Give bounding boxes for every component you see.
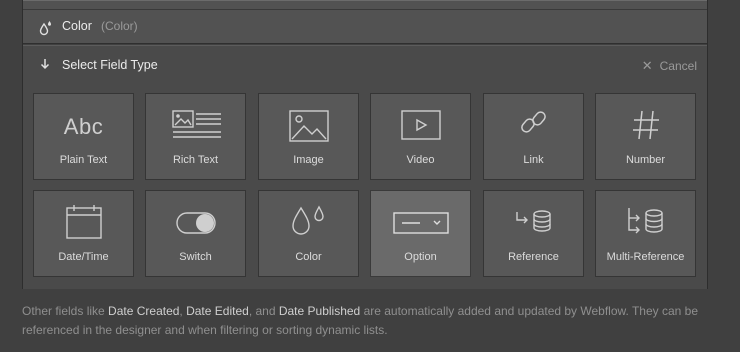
field-date-published: Date Published — [278, 304, 361, 318]
field-type-color[interactable]: Color — [258, 190, 359, 277]
field-type-date-time[interactable]: Date/Time — [33, 190, 134, 277]
number-icon — [633, 110, 659, 140]
select-field-type-box: Select Field Type ✕ Cancel Abc Plain Text — [23, 45, 707, 289]
field-type-reference[interactable]: Reference — [483, 190, 584, 277]
reference-icon — [516, 210, 551, 232]
field-panel: Color (Color) Select Field Type ✕ Cancel … — [22, 0, 708, 289]
tile-label: Switch — [179, 251, 212, 263]
field-type: (Color) — [101, 19, 138, 33]
calendar-icon — [66, 205, 102, 239]
field-name: Color — [62, 19, 92, 33]
field-type-number[interactable]: Number — [595, 93, 696, 180]
plain-text-icon: Abc — [63, 114, 104, 139]
cancel-label: Cancel — [659, 59, 697, 73]
option-icon — [393, 212, 449, 234]
tile-label: Video — [406, 154, 435, 166]
select-title: Select Field Type — [62, 58, 158, 72]
cancel-button[interactable]: ✕ Cancel — [642, 58, 697, 74]
rich-text-icon — [172, 110, 221, 138]
field-type-multi-reference[interactable]: Multi-Reference — [595, 190, 696, 277]
tile-label: Reference — [508, 251, 559, 263]
link-icon — [521, 111, 546, 133]
tile-label: Image — [293, 154, 324, 166]
field-date-edited: Date Edited — [186, 304, 249, 318]
image-icon — [289, 110, 329, 142]
helper-text: Other fields like Date Created, Date Edi… — [22, 302, 722, 340]
tile-label: Link — [523, 154, 544, 166]
tile-label: Rich Text — [172, 154, 219, 166]
helper-text-prefix: Other fields like — [22, 304, 109, 318]
arrow-down-icon — [40, 59, 50, 70]
field-type-grid: Abc Plain Text Rich Text Image Video Lin… — [33, 93, 698, 277]
tile-label: Color — [295, 251, 322, 263]
multi-reference-icon — [628, 208, 663, 234]
tile-label: Number — [625, 154, 666, 166]
color-icon — [292, 205, 324, 235]
field-type-switch[interactable]: Switch — [145, 190, 246, 277]
divider — [23, 9, 707, 10]
field-type-link[interactable]: Link — [483, 93, 584, 180]
tile-label: Date/Time — [58, 251, 109, 263]
color-field-row[interactable]: Color (Color) — [23, 0, 707, 44]
tile-label: Plain Text — [59, 154, 108, 166]
color-drop-icon — [39, 21, 51, 36]
tile-label: Multi-Reference — [606, 251, 685, 263]
close-icon: ✕ — [641, 58, 653, 73]
field-type-rich-text[interactable]: Rich Text — [145, 93, 246, 180]
video-icon — [401, 110, 441, 140]
field-date-created: Date Created — [108, 304, 180, 318]
field-type-plain-text[interactable]: Abc Plain Text — [33, 93, 134, 180]
field-type-video[interactable]: Video — [370, 93, 471, 180]
field-type-image[interactable]: Image — [258, 93, 359, 180]
switch-icon — [176, 212, 216, 234]
field-type-option[interactable]: Option — [370, 190, 471, 277]
helper-text-sep: , and — [248, 304, 279, 318]
tile-label: Option — [404, 251, 437, 263]
select-header: Select Field Type ✕ Cancel — [23, 46, 707, 82]
